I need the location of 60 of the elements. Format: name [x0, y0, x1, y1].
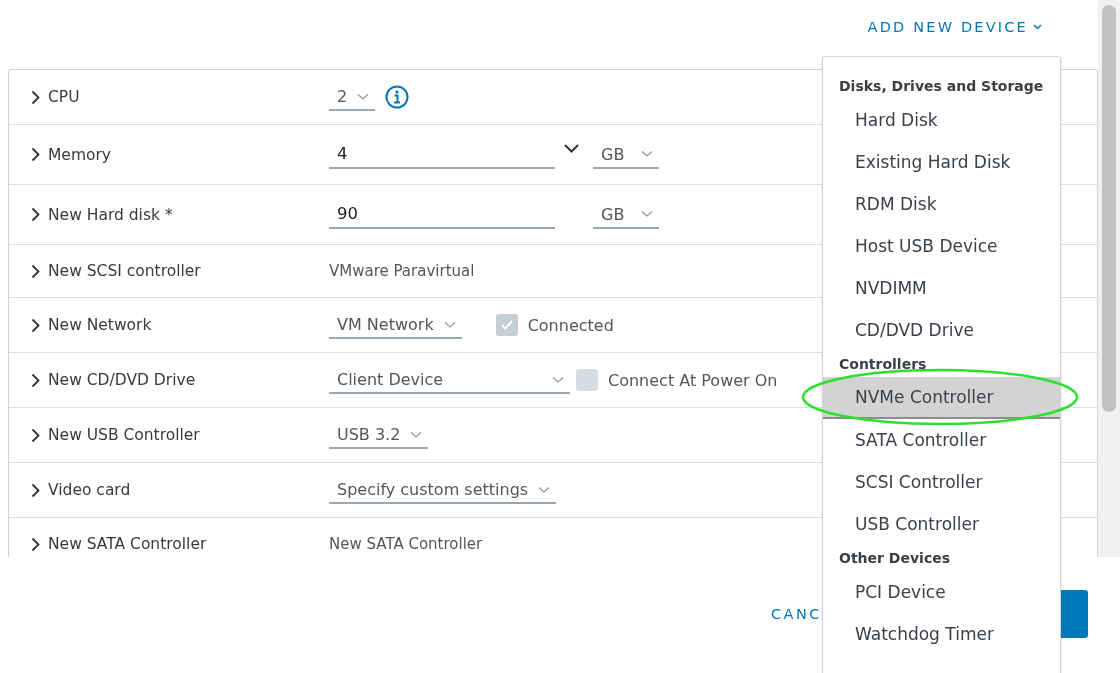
- menu-item[interactable]: CD/DVD Drive: [823, 309, 1060, 351]
- menu-section-heading: Other Devices: [838, 549, 951, 568]
- checkbox[interactable]: [495, 314, 518, 336]
- menu-item[interactable]: PCI Device: [823, 571, 1060, 613]
- menu-item[interactable]: RDM Disk: [823, 183, 1060, 225]
- expand-chevron-icon[interactable]: [31, 147, 40, 162]
- device-label: CPU: [48, 88, 80, 106]
- device-value: VMware Paravirtual: [329, 262, 475, 280]
- menu-item[interactable]: Watchdog Timer: [823, 613, 1060, 655]
- expand-chevron-icon[interactable]: [31, 89, 40, 105]
- checkmark-icon: [499, 319, 514, 331]
- device-label: New SATA Controller: [48, 535, 207, 553]
- dropdown-select[interactable]: Client Device: [329, 366, 570, 394]
- checkbox-label: Connect At Power On: [608, 370, 778, 390]
- chevron-down-icon: [443, 320, 456, 329]
- device-label: New Hard disk *: [48, 205, 173, 224]
- dropdown-chevron-icon[interactable]: [564, 144, 579, 153]
- checkbox[interactable]: [576, 369, 598, 391]
- device-label: New USB Controller: [48, 426, 200, 444]
- add-new-device-button[interactable]: ADD NEW DEVICE: [867, 19, 1042, 35]
- device-label: New CD/DVD Drive: [48, 371, 196, 389]
- expand-chevron-icon[interactable]: [31, 536, 40, 552]
- info-icon[interactable]: [385, 85, 410, 109]
- device-value: New SATA Controller: [329, 535, 483, 553]
- chevron-down-icon: [357, 92, 370, 101]
- device-label: Memory: [48, 145, 112, 164]
- expand-chevron-icon[interactable]: [31, 372, 40, 388]
- menu-item[interactable]: NVMe Controller: [823, 377, 1060, 419]
- menu-section-heading: Disks, Drives and Storage: [838, 77, 1045, 96]
- caret-icon: [1033, 24, 1042, 30]
- expand-chevron-icon[interactable]: [31, 427, 40, 443]
- unit-select[interactable]: GB: [593, 200, 659, 229]
- device-label: Video card: [48, 481, 131, 499]
- dropdown-select[interactable]: USB 3.2: [329, 421, 429, 449]
- chevron-down-icon: [552, 375, 564, 384]
- checkbox-label: Connected: [527, 315, 614, 335]
- menu-item[interactable]: SCSI Controller: [823, 461, 1060, 503]
- chevron-down-icon: [410, 430, 423, 439]
- device-label: New SCSI controller: [48, 262, 201, 280]
- unit-select[interactable]: GB: [593, 140, 659, 169]
- chevron-down-icon: [641, 150, 653, 158]
- expand-chevron-icon[interactable]: [31, 263, 40, 279]
- dropdown-select[interactable]: Specify custom settings: [329, 476, 557, 504]
- chevron-down-icon: [538, 485, 551, 494]
- menu-item[interactable]: USB Controller: [823, 503, 1060, 545]
- expand-chevron-icon[interactable]: [31, 207, 40, 222]
- expand-chevron-icon[interactable]: [31, 317, 40, 333]
- menu-item[interactable]: Host USB Device: [823, 225, 1060, 267]
- menu-item[interactable]: SATA Controller: [823, 419, 1060, 461]
- menu-item[interactable]: Existing Hard Disk: [823, 141, 1060, 183]
- device-label: New Network: [48, 316, 152, 334]
- menu-item[interactable]: Hard Disk: [823, 99, 1060, 141]
- cancel-button[interactable]: CANC: [771, 606, 822, 622]
- chevron-down-icon: [641, 210, 653, 218]
- menu-item[interactable]: NVDIMM: [823, 267, 1060, 309]
- dropdown-select[interactable]: VM Network: [329, 311, 462, 339]
- menu-section-heading: Controllers: [838, 355, 928, 374]
- scrollbar-thumb[interactable]: [1102, 5, 1116, 412]
- dropdown-select[interactable]: 2: [329, 83, 376, 111]
- expand-chevron-icon[interactable]: [31, 482, 40, 498]
